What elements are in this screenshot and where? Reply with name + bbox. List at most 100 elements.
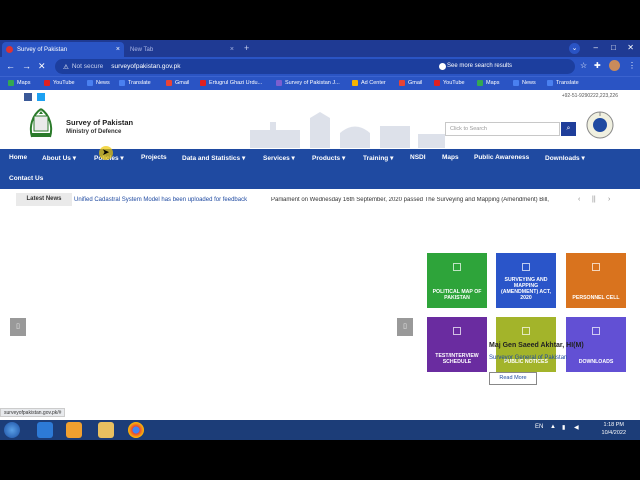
nav-products[interactable]: Products ▾	[312, 154, 345, 162]
maps-icon	[477, 80, 483, 86]
bookmark-item[interactable]: News	[87, 80, 110, 86]
news-link[interactable]: Unified Cadastral System Model has been …	[74, 197, 247, 203]
browser-tabbar: Survey of Pakistan × New Tab × + ⌄ – □ ✕	[0, 40, 640, 57]
clock-time: 1:18 PM	[603, 422, 624, 428]
bookmark-item[interactable]: Ertugrul Ghazi Urdu...	[200, 80, 262, 86]
ticker-prev-icon[interactable]: ‹	[578, 196, 580, 203]
chrome-icon[interactable]	[128, 422, 144, 438]
translate-icon	[119, 80, 125, 86]
bookmark-item[interactable]: YouTube	[44, 80, 75, 86]
tile-political-map[interactable]: Political Map of Pakistan	[427, 253, 487, 308]
internet-explorer-icon[interactable]	[37, 422, 53, 438]
file-explorer-icon[interactable]	[98, 422, 114, 438]
tray-arrow-icon[interactable]: ▲	[550, 424, 556, 430]
stop-loading-icon[interactable]: ✕	[38, 61, 46, 72]
language-indicator[interactable]: EN	[535, 424, 543, 430]
volume-icon[interactable]: ◀	[574, 424, 579, 431]
tab-title-inactive: New Tab	[130, 46, 154, 53]
google-icon	[439, 63, 446, 70]
bookmark-item[interactable]: Maps	[477, 80, 499, 86]
tab-new-tab[interactable]: New Tab ×	[126, 42, 238, 57]
search-suggestion[interactable]: See more search results	[447, 63, 512, 69]
bookmark-label: News	[522, 80, 536, 86]
search-button[interactable]: ⌕	[561, 122, 576, 136]
new-tab-icon[interactable]: +	[244, 43, 249, 53]
bookmark-item[interactable]: News	[513, 80, 536, 86]
slider-next-button[interactable]: ▯	[397, 318, 413, 336]
bookmark-item[interactable]: Maps	[8, 80, 30, 86]
site-name: Survey of Pakistan	[66, 118, 134, 127]
search-input[interactable]: Click to Search	[445, 122, 560, 136]
nav-home[interactable]: Home	[9, 154, 27, 161]
extensions-icon[interactable]: ✚	[594, 61, 601, 70]
nav-label: Services	[263, 155, 290, 162]
bookmark-star-icon[interactable]: ☆	[580, 61, 587, 70]
nav-label: Training	[363, 155, 389, 162]
bookmark-item[interactable]: YouTube	[434, 80, 465, 86]
bookmark-label: Maps	[17, 80, 31, 86]
maximize-icon[interactable]: □	[611, 43, 616, 52]
tile-label: Downloads	[578, 359, 614, 366]
pakistan-emblem-icon[interactable]	[24, 107, 58, 141]
ticker-pause-icon[interactable]: ||	[592, 196, 596, 203]
nav-projects[interactable]: Projects	[141, 154, 167, 161]
profile-avatar[interactable]	[609, 60, 620, 71]
top-strip: +92-51-9290222,223,226	[0, 90, 640, 102]
facebook-icon[interactable]	[24, 93, 32, 101]
close-tab-icon[interactable]: ×	[116, 46, 120, 53]
bookmark-item[interactable]: Gmail	[399, 80, 422, 86]
network-icon[interactable]: ▮	[562, 424, 565, 431]
windows-taskbar: EN ▲ ▮ ◀ 1:18 PM 10/4/2022	[0, 420, 640, 440]
mouse-cursor: ➤	[99, 146, 113, 160]
nav-training[interactable]: Training ▾	[363, 154, 393, 162]
tab-search-icon[interactable]: ⌄	[569, 43, 580, 54]
tile-amendment-act[interactable]: Surveying and Mapping (Amendment) Act, 2…	[496, 253, 556, 308]
tile-personnel-cell[interactable]: Personnel Cell	[566, 253, 626, 308]
ministry-name: Ministry of Defence	[66, 129, 122, 135]
bookmark-item[interactable]: Translate	[547, 80, 579, 86]
bookmark-label: Ad Center	[361, 80, 386, 86]
maps-icon	[8, 80, 14, 86]
nav-nsdi[interactable]: NSDI	[410, 154, 426, 161]
nav-about-us[interactable]: About Us ▾	[42, 154, 76, 162]
menu-icon[interactable]: ⋮	[628, 61, 636, 70]
taskbar-clock[interactable]: 1:18 PM 10/4/2022	[602, 421, 626, 437]
monuments-illustration	[250, 112, 445, 148]
bookmark-item[interactable]: Survey of Pakistan J...	[276, 80, 340, 86]
tile-label: Political Map of Pakistan	[432, 289, 482, 302]
close-window-icon[interactable]: ✕	[627, 43, 634, 52]
twitter-icon[interactable]	[37, 93, 45, 101]
read-more-button[interactable]: Read More	[489, 372, 537, 385]
nav-maps[interactable]: Maps	[442, 154, 459, 161]
browser-toolbar: ← → ✕ ⚠ Not secure surveyofpakistan.gov.…	[0, 57, 640, 76]
minimize-icon[interactable]: –	[594, 43, 598, 52]
bookmark-item[interactable]: Gmail	[166, 80, 189, 86]
nav-data-and-statistics[interactable]: Data and Statistics ▾	[182, 154, 245, 162]
nav-public-awareness[interactable]: Public Awareness	[474, 154, 529, 161]
start-button-icon[interactable]	[4, 422, 20, 438]
back-icon[interactable]: ←	[6, 61, 15, 71]
bookmark-label: Translate	[128, 80, 151, 86]
bookmark-item[interactable]: Translate	[119, 80, 151, 86]
tile-label: Personnel Cell	[572, 295, 620, 302]
gmail-icon	[399, 80, 405, 86]
address-bar[interactable]: ⚠ Not secure surveyofpakistan.gov.pk See…	[55, 59, 575, 74]
bookmark-label: Translate	[556, 80, 579, 86]
pointer-icon: ➤	[102, 147, 110, 157]
bookmark-item[interactable]: Ad Center	[352, 80, 386, 86]
document-icon	[522, 263, 530, 271]
nav-label: Products	[312, 155, 341, 162]
tab-survey-of-pakistan[interactable]: Survey of Pakistan ×	[2, 42, 124, 57]
forward-icon[interactable]: →	[22, 61, 31, 71]
news-text[interactable]: Parliament on Wednesday 16th September, …	[271, 197, 571, 203]
slider-prev-button[interactable]: ▯	[10, 318, 26, 336]
close-tab-icon[interactable]: ×	[230, 46, 234, 53]
media-player-icon[interactable]	[66, 422, 82, 438]
nav-contact-us[interactable]: Contact Us	[9, 175, 43, 182]
nav-downloads[interactable]: Downloads ▾	[545, 154, 585, 162]
tile-test-schedule[interactable]: Test/Interview Schedule	[427, 317, 487, 372]
ticker-next-icon[interactable]: ›	[608, 196, 610, 203]
nav-services[interactable]: Services ▾	[263, 154, 295, 162]
translate-icon	[547, 80, 553, 86]
youtube-icon	[434, 80, 440, 86]
